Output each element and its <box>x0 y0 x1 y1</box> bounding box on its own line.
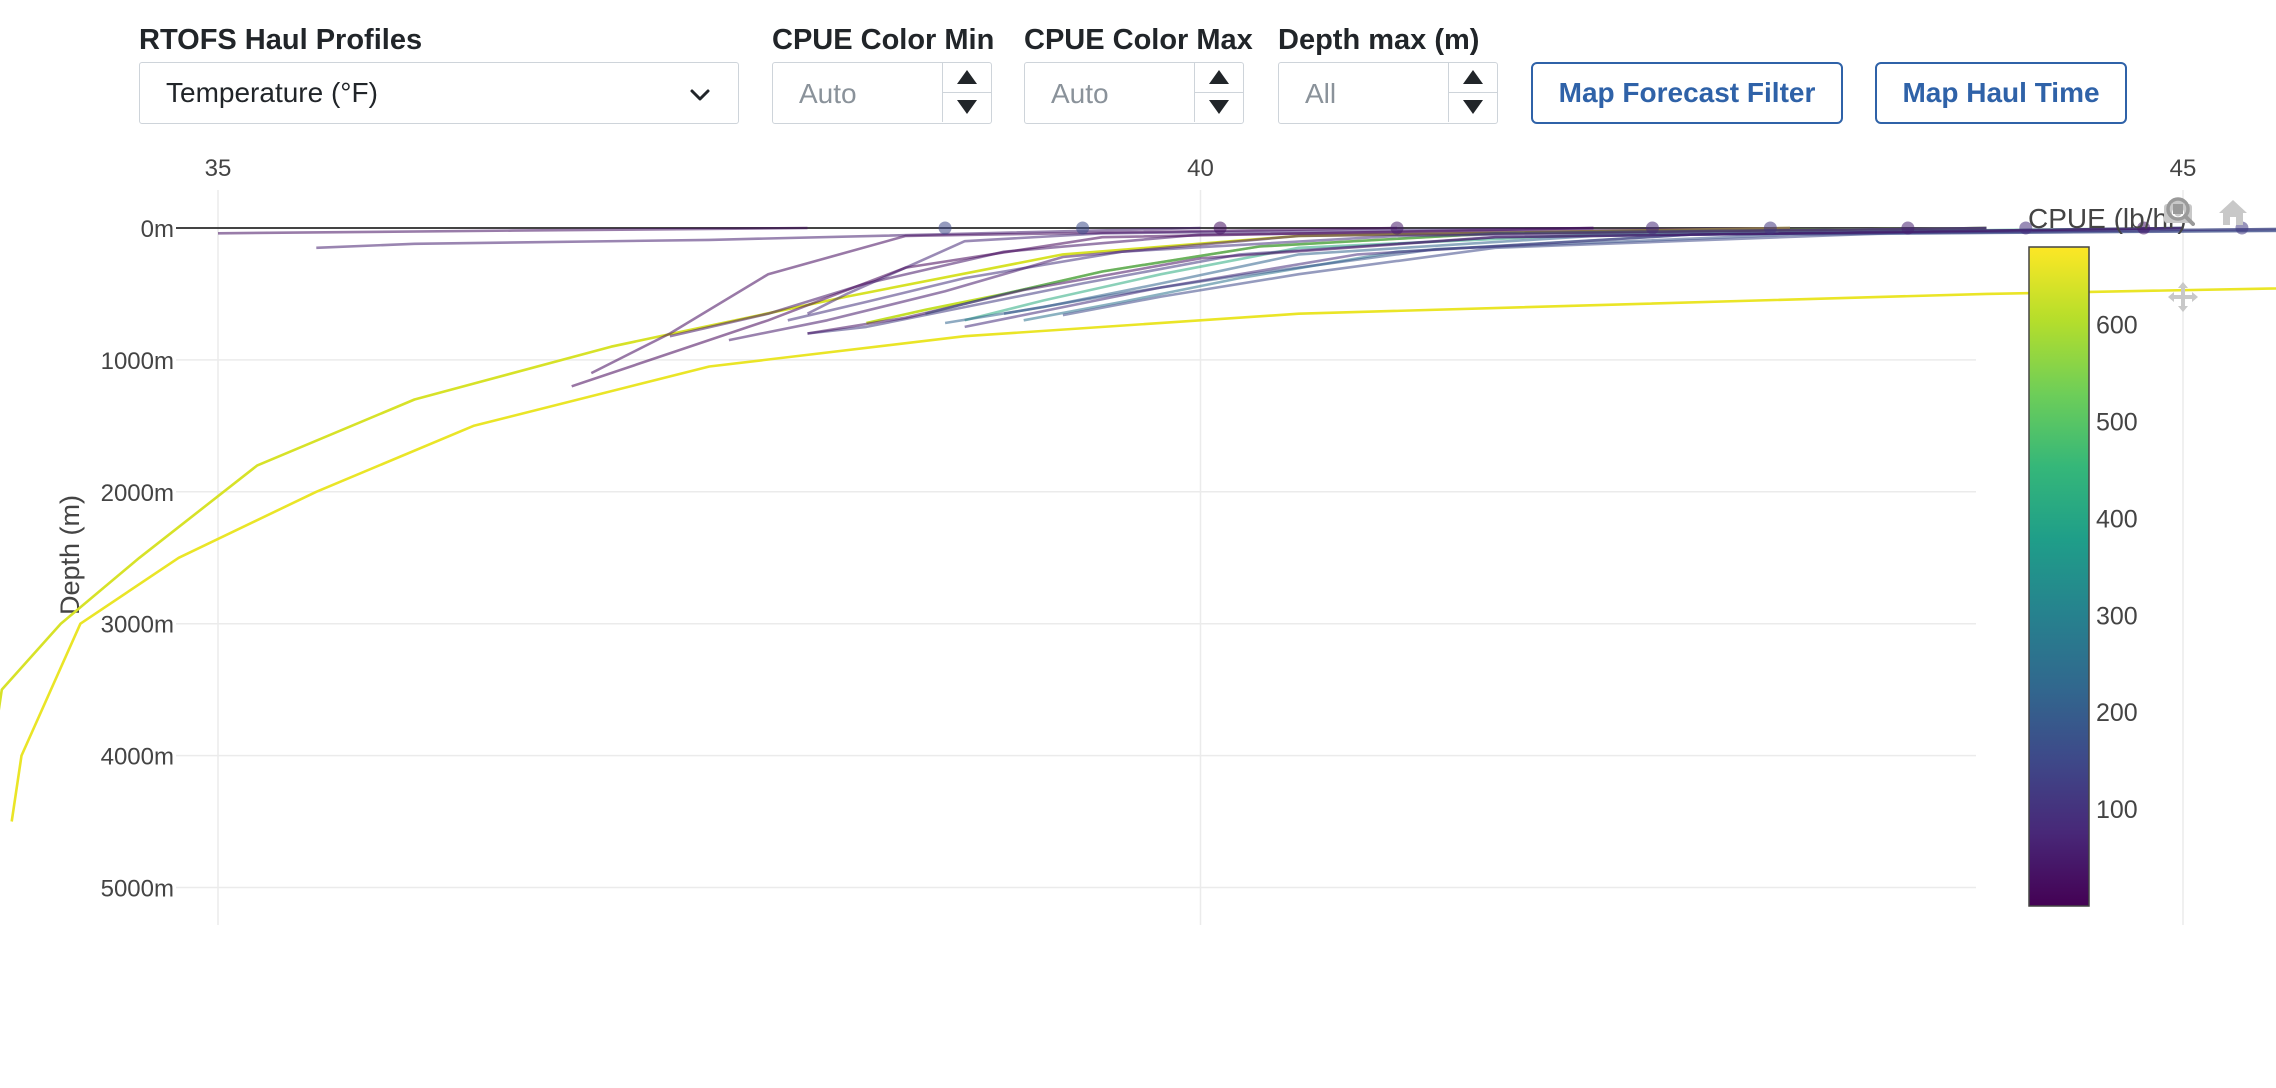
cmin-decrement[interactable] <box>943 93 991 122</box>
caret-up-icon <box>1209 70 1229 84</box>
surface-point[interactable] <box>1390 221 1404 235</box>
profile-select[interactable]: Temperature (°F) <box>139 62 739 124</box>
caret-up-icon <box>957 70 977 84</box>
profile-line[interactable] <box>10 228 2276 822</box>
surface-point[interactable] <box>1645 221 1659 235</box>
x-tick-label: 45 <box>2170 155 2197 182</box>
y-axis-title: Depth (m) <box>55 495 85 615</box>
profile-line[interactable] <box>0 226 1791 888</box>
surface-point[interactable] <box>1901 221 1915 235</box>
caret-up-icon <box>1463 70 1483 84</box>
cmin-label: CPUE Color Min <box>772 24 995 56</box>
profile-label: RTOFS Haul Profiles <box>139 24 423 56</box>
cmax-increment[interactable] <box>1195 63 1243 93</box>
colorbar <box>2028 246 2090 907</box>
x-tick-label: 40 <box>1187 155 1214 182</box>
y-tick-label: 3000m <box>101 612 174 639</box>
caret-down-icon <box>1463 100 1483 114</box>
cmax-placeholder: Auto <box>1051 78 1109 109</box>
map-haul-time-button[interactable]: Map Haul Time <box>1875 62 2127 124</box>
dmax-spinner[interactable] <box>1448 63 1497 122</box>
y-tick-label: 0m <box>141 216 174 243</box>
caret-down-icon <box>957 100 977 114</box>
colorbar-tick-label: 500 <box>2096 408 2138 436</box>
caret-down-icon <box>1209 100 1229 114</box>
cmax-spinner[interactable] <box>1194 63 1243 122</box>
profile-select-value: Temperature (°F) <box>166 77 378 108</box>
cmin-input[interactable]: Auto <box>772 62 992 124</box>
dmax-decrement[interactable] <box>1449 93 1497 122</box>
y-tick-label: 5000m <box>101 876 174 903</box>
dmax-placeholder: All <box>1305 78 1337 109</box>
colorbar-tick-label: 300 <box>2096 602 2138 630</box>
cmin-placeholder: Auto <box>799 78 857 109</box>
cmin-increment[interactable] <box>943 63 991 93</box>
chevron-down-icon <box>690 89 710 101</box>
haul-profile-chart[interactable]: 3540455055606570750m1000m2000m3000m4000m… <box>0 140 2276 940</box>
surface-point[interactable] <box>938 221 952 235</box>
dmax-input[interactable]: All <box>1278 62 1498 124</box>
cmax-decrement[interactable] <box>1195 93 1243 122</box>
surface-point[interactable] <box>1213 221 1227 235</box>
cmax-input[interactable]: Auto <box>1024 62 1244 124</box>
zoom-icon[interactable] <box>2165 196 2195 226</box>
cmax-label: CPUE Color Max <box>1024 24 1253 56</box>
dmax-increment[interactable] <box>1449 63 1497 93</box>
y-tick-label: 1000m <box>101 348 174 375</box>
colorbar-tick-label: 200 <box>2096 699 2138 727</box>
pan-icon[interactable] <box>2166 280 2200 314</box>
dmax-label: Depth max (m) <box>1278 24 1480 56</box>
map-forecast-filter-button[interactable]: Map Forecast Filter <box>1531 62 1843 124</box>
colorbar-tick-label: 400 <box>2096 505 2138 533</box>
surface-point[interactable] <box>1076 221 1090 235</box>
y-tick-label: 2000m <box>101 480 174 507</box>
home-icon[interactable] <box>2217 198 2249 226</box>
colorbar-tick-label: 600 <box>2096 312 2138 340</box>
cmin-spinner[interactable] <box>942 63 991 122</box>
surface-point[interactable] <box>1763 221 1777 235</box>
y-tick-label: 4000m <box>101 744 174 771</box>
x-tick-label: 35 <box>205 155 232 182</box>
colorbar-tick-label: 100 <box>2096 796 2138 824</box>
